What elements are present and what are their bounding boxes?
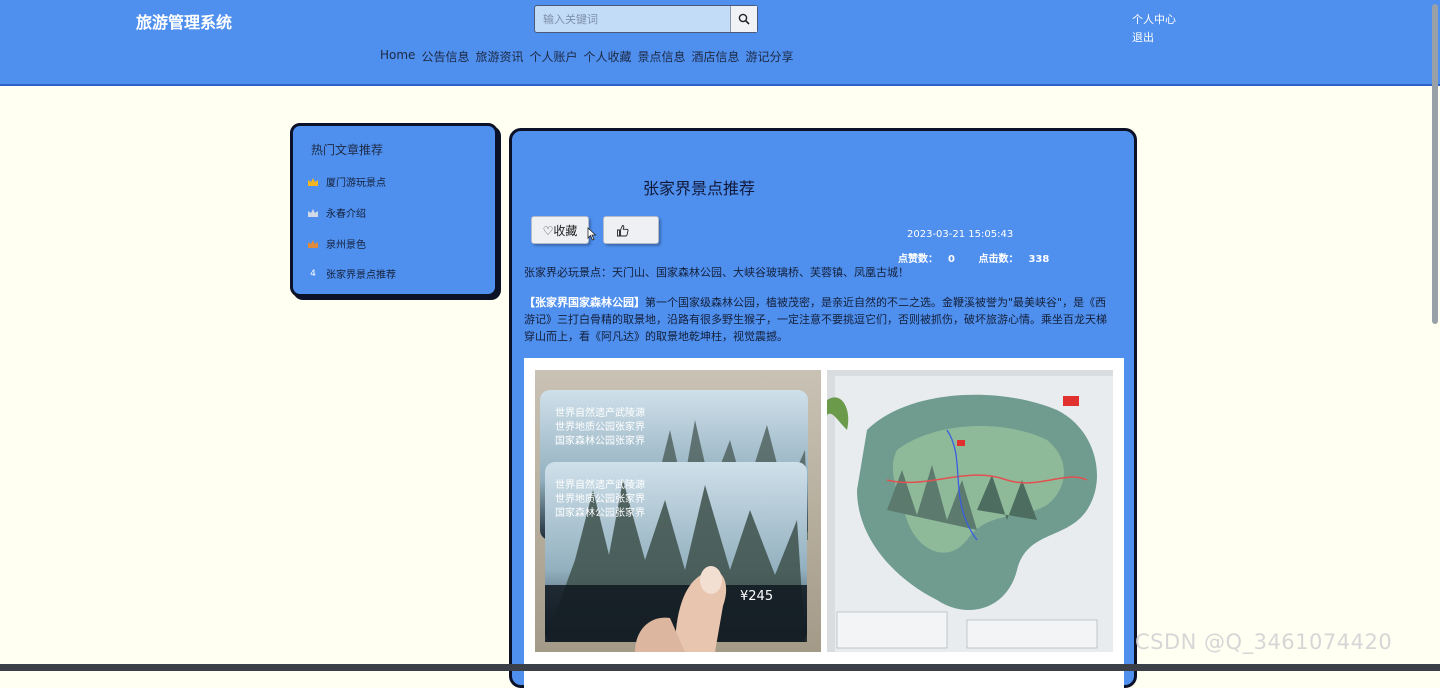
thumbs-up-icon xyxy=(616,224,628,236)
ticket-text-line: 世界自然遗产武陵源 xyxy=(555,478,645,491)
nav-favorites[interactable]: 个人收藏 xyxy=(583,48,631,65)
sidebar-item-label: 厦门游玩景点 xyxy=(326,178,386,189)
article-panel: 张家界景点推荐 ♡收藏 2023-03-21 15:05:43 点赞数： 0 点击… xyxy=(509,128,1137,688)
ticket-text-line: 国家森林公园张家界 xyxy=(555,506,645,519)
nav-announcements[interactable]: 公告信息 xyxy=(421,48,469,65)
article-image: 世界自然遗产武陵源 世界地质公园张家界 国家森林公园张家界 世界自然遗产武陵源 … xyxy=(524,358,1124,688)
nav-home[interactable]: Home xyxy=(380,48,415,65)
search-box xyxy=(534,5,758,33)
ticket-text-line: 世界地质公园张家界 xyxy=(555,492,645,505)
user-links: 个人中心 退出 xyxy=(1132,11,1176,47)
hot-articles-panel: 热门文章推荐 厦门游玩景点 永春介绍 泉州景色 4 张家界景点推荐 xyxy=(290,123,498,297)
nav-personal-account[interactable]: 个人账户 xyxy=(529,48,577,65)
page-scrollbar[interactable] xyxy=(1432,4,1438,324)
ticket-photo: 世界自然遗产武陵源 世界地质公园张家界 国家森林公园张家界 世界自然遗产武陵源 … xyxy=(535,370,821,652)
ticket-text-line: 国家森林公园张家界 xyxy=(555,434,645,447)
nav-travel-notes[interactable]: 游记分享 xyxy=(746,48,794,65)
sidebar-item-label: 永春介绍 xyxy=(326,209,366,220)
paragraph-lead: 【张家界国家森林公园】 xyxy=(524,296,645,309)
user-center-link[interactable]: 个人中心 xyxy=(1132,11,1176,29)
bottom-strip xyxy=(0,664,1440,671)
favorite-button[interactable]: ♡收藏 xyxy=(531,216,589,244)
sidebar-item-label: 张家界景点推荐 xyxy=(326,270,396,281)
main-nav: Home 公告信息 旅游资讯 个人账户 个人收藏 景点信息 酒店信息 游记分享 xyxy=(380,48,794,65)
mouse-cursor-icon xyxy=(587,227,597,241)
sidebar-item-2[interactable]: 永春介绍 xyxy=(307,205,366,220)
like-button[interactable] xyxy=(603,216,659,244)
search-button[interactable] xyxy=(730,6,757,32)
article-title: 张家界景点推荐 xyxy=(643,179,756,198)
csdn-watermark: CSDN @Q_3461074420 xyxy=(1135,630,1393,654)
nav-travel-news[interactable]: 旅游资讯 xyxy=(475,48,523,65)
logout-link[interactable]: 退出 xyxy=(1132,29,1176,47)
rank-number: 4 xyxy=(310,268,316,279)
crown-bronze-icon xyxy=(307,238,319,249)
ticket-price: ¥245 xyxy=(740,589,773,604)
ticket-text-line: 世界自然遗产武陵源 xyxy=(555,406,645,419)
sidebar-item-label: 泉州景色 xyxy=(326,240,366,251)
article-intro: 张家界必玩景点：天门山、国家森林公园、大峡谷玻璃桥、芙蓉镇、凤凰古城！ xyxy=(524,266,909,279)
nav-attractions[interactable]: 景点信息 xyxy=(638,48,686,65)
ticket-text-line: 世界地质公园张家界 xyxy=(555,420,645,433)
crown-silver-icon xyxy=(307,207,319,218)
top-navbar: 旅游管理系统 Home 公告信息 旅游资讯 个人账户 个人收藏 景点信息 酒店信… xyxy=(0,0,1440,86)
article-stats: 点赞数： 0 点击数： 338 xyxy=(898,250,1069,265)
sidebar-item-4[interactable]: 4 张家界景点推荐 xyxy=(307,266,396,282)
crown-gold-icon xyxy=(307,176,319,187)
search-input[interactable] xyxy=(535,6,731,32)
scenic-map-photo xyxy=(827,370,1113,652)
sidebar-title: 热门文章推荐 xyxy=(311,143,384,157)
publish-date: 2023-03-21 15:05:43 xyxy=(907,229,1014,240)
sidebar-item-1[interactable]: 厦门游玩景点 xyxy=(307,174,386,189)
site-title[interactable]: 旅游管理系统 xyxy=(136,9,232,33)
article-paragraph: 【张家界国家森林公园】第一个国家级森林公园，植被茂密，是亲近自然的不二之选。金鞭… xyxy=(524,294,1116,345)
sidebar-item-3[interactable]: 泉州景色 xyxy=(307,236,366,251)
search-icon xyxy=(738,13,750,25)
nav-hotels[interactable]: 酒店信息 xyxy=(692,48,740,65)
